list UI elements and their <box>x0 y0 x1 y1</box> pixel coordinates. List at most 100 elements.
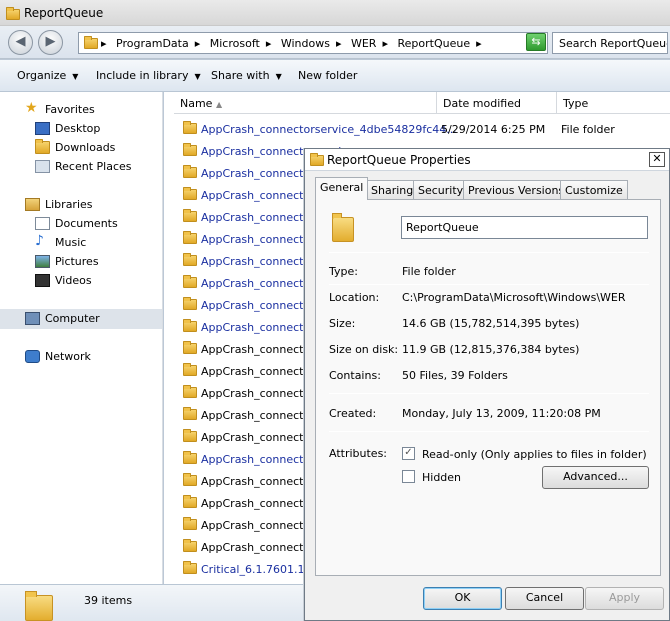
nav-label: Desktop <box>55 122 101 135</box>
breadcrumb: ▸ ProgramData ▸ Microsoft ▸ Windows ▸ WER ▸ … <box>101 37 488 50</box>
command-bar: Organize ▼ Include in library ▼ Share with… <box>0 60 670 92</box>
created-label: Created: <box>329 407 377 420</box>
downloads-folder-icon <box>35 139 50 154</box>
size-on-disk-label: Size on disk: <box>329 343 399 356</box>
table-row[interactable]: AppCrash_connectorservice_4dbe54829fc44.… <box>164 119 670 141</box>
recent-places-icon <box>35 160 50 173</box>
nav-label: Computer <box>45 312 100 325</box>
file-name: AppCrash_connectorservice_4dbe54829fc44.… <box>201 123 457 136</box>
size-on-disk-value: 11.9 GB (12,815,376,384 bytes) <box>402 343 580 356</box>
chevron-down-icon: ▼ <box>72 72 79 81</box>
breadcrumb-separator-icon[interactable]: ▸ <box>382 37 388 50</box>
share-with-button[interactable]: Share with ▼ <box>211 69 282 82</box>
dialog-title: ReportQueue Properties <box>327 153 471 167</box>
nav-favorites[interactable]: ★ Favorites <box>25 100 95 116</box>
refresh-button[interactable]: ⇆ <box>526 33 546 51</box>
libraries-icon <box>25 198 40 211</box>
apply-button[interactable]: Apply <box>585 587 664 610</box>
chevron-down-icon: ▼ <box>194 72 201 81</box>
nav-label: Documents <box>55 217 118 230</box>
crumb-reportqueue[interactable]: ReportQueue <box>398 37 471 50</box>
tab-general[interactable]: General <box>315 177 369 200</box>
forward-arrow-icon: ▶ <box>45 34 56 49</box>
column-header-type[interactable]: Type <box>557 92 670 114</box>
back-button[interactable]: ◀ <box>8 30 33 55</box>
sort-ascending-icon: ▲ <box>215 100 223 109</box>
type-label: Type: <box>329 265 358 278</box>
organize-button[interactable]: Organize ▼ <box>17 69 78 82</box>
attributes-label: Attributes: <box>329 447 388 460</box>
breadcrumb-separator-icon[interactable]: ▸ <box>266 37 272 50</box>
folder-icon <box>183 385 197 398</box>
hidden-label: Hidden <box>422 471 462 484</box>
star-icon: ★ <box>25 100 38 116</box>
ok-button[interactable]: OK <box>423 587 502 610</box>
folder-large-icon <box>25 589 55 621</box>
nav-documents[interactable]: Documents <box>35 217 118 230</box>
folder-name-input[interactable]: ReportQueue <box>401 216 648 239</box>
nav-videos[interactable]: Videos <box>35 274 92 287</box>
music-icon: ♪ <box>35 233 44 249</box>
nav-label: Videos <box>55 274 92 287</box>
folder-icon <box>183 209 197 222</box>
column-header-name[interactable]: Name ▲ <box>174 92 437 114</box>
folder-icon <box>84 36 98 49</box>
window-titlebar: ReportQueue <box>0 0 670 26</box>
nav-label: Music <box>55 236 87 249</box>
advanced-button[interactable]: Advanced... <box>542 466 649 489</box>
nav-libraries[interactable]: Libraries <box>25 198 93 211</box>
folder-icon <box>183 341 197 354</box>
nav-music[interactable]: ♪ Music <box>35 233 87 249</box>
nav-pictures[interactable]: Pictures <box>35 255 99 268</box>
readonly-checkbox[interactable]: ✓ <box>402 447 415 460</box>
desktop-icon <box>35 122 50 135</box>
folder-icon <box>183 253 197 266</box>
address-box[interactable]: ▸ ProgramData ▸ Microsoft ▸ Windows ▸ WER ▸ … <box>78 32 548 54</box>
type-value: File folder <box>402 265 456 278</box>
documents-icon <box>35 217 50 230</box>
breadcrumb-separator-icon[interactable]: ▸ <box>336 37 342 50</box>
breadcrumb-separator-icon[interactable]: ▸ <box>195 37 201 50</box>
hidden-checkbox[interactable] <box>402 470 415 483</box>
nav-desktop[interactable]: Desktop <box>35 122 101 135</box>
back-arrow-icon: ◀ <box>15 34 26 49</box>
forward-button[interactable]: ▶ <box>38 30 63 55</box>
item-count: 39 items <box>84 594 133 607</box>
contains-value: 50 Files, 39 Folders <box>402 369 508 382</box>
readonly-label: Read-only (Only applies to files in fold… <box>422 448 647 461</box>
tab-sharing[interactable]: Sharing <box>366 180 419 199</box>
dialog-titlebar: ReportQueue Properties ✕ <box>305 149 669 171</box>
address-bar-area: ◀ ▶ ▸ ProgramData ▸ Microsoft ▸ Windows ▸ W… <box>0 26 670 59</box>
folder-icon <box>183 121 197 134</box>
crumb-programdata[interactable]: ProgramData <box>116 37 189 50</box>
search-input[interactable]: Search ReportQueue <box>552 32 668 54</box>
folder-icon <box>183 539 197 552</box>
folder-large-icon <box>332 212 356 242</box>
nav-recent-places[interactable]: Recent Places <box>35 160 132 173</box>
new-folder-button[interactable]: New folder <box>298 69 357 82</box>
include-in-library-button[interactable]: Include in library ▼ <box>96 69 201 82</box>
crumb-microsoft[interactable]: Microsoft <box>210 37 260 50</box>
videos-icon <box>35 274 50 287</box>
breadcrumb-separator-icon: ▸ <box>101 37 107 50</box>
cancel-button[interactable]: Cancel <box>505 587 584 610</box>
breadcrumb-separator-icon[interactable]: ▸ <box>476 37 482 50</box>
tab-previous-versions[interactable]: Previous Versions <box>463 180 570 199</box>
nav-label: Downloads <box>55 141 116 154</box>
size-value: 14.6 GB (15,782,514,395 bytes) <box>402 317 580 330</box>
nav-network[interactable]: Network <box>25 350 91 363</box>
tab-customize[interactable]: Customize <box>560 180 628 199</box>
divider <box>329 393 649 394</box>
crumb-windows[interactable]: Windows <box>281 37 330 50</box>
nav-downloads[interactable]: Downloads <box>35 139 116 154</box>
crumb-wer[interactable]: WER <box>351 37 376 50</box>
nav-computer[interactable]: Computer <box>25 312 100 325</box>
close-button[interactable]: ✕ <box>649 152 665 167</box>
folder-icon <box>183 187 197 200</box>
folder-icon <box>183 561 197 574</box>
column-name-label: Name <box>180 97 213 110</box>
column-header-date[interactable]: Date modified <box>437 92 557 114</box>
properties-dialog: ReportQueue Properties ✕ General Sharing… <box>304 148 670 621</box>
tab-security[interactable]: Security <box>413 180 469 199</box>
folder-icon <box>183 319 197 332</box>
